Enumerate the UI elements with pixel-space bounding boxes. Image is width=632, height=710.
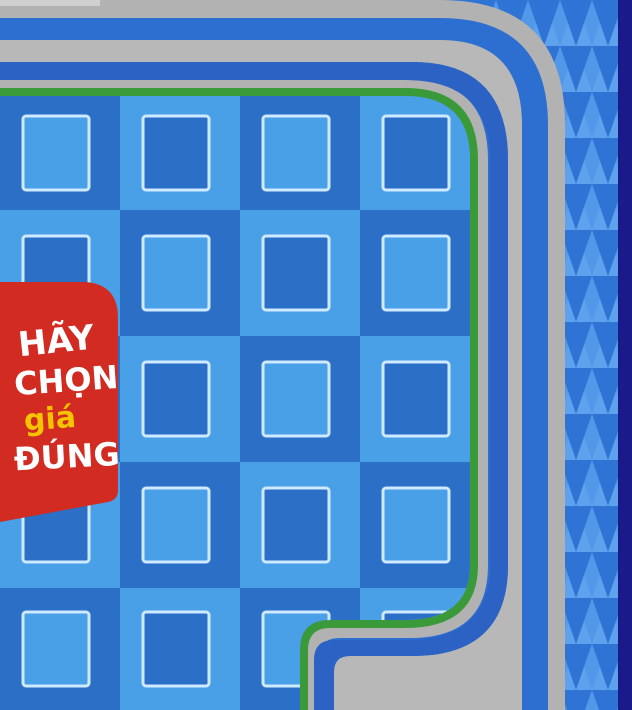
- price-card: [141, 610, 211, 688]
- price-card: [261, 486, 331, 564]
- price-card: [141, 486, 211, 564]
- price-card: [141, 114, 211, 192]
- price-card: [21, 610, 91, 688]
- game-logo-icon: HÃY CHỌN giá ĐÚNG: [0, 282, 121, 522]
- logo-line-1: HÃY: [16, 317, 96, 366]
- price-card: [381, 234, 451, 312]
- price-card: [261, 360, 331, 438]
- right-edge-strip: [618, 0, 632, 710]
- price-card: [381, 360, 451, 438]
- price-card: [141, 360, 211, 438]
- top-left-mark: [0, 0, 100, 6]
- price-card: [381, 486, 451, 564]
- price-card: [21, 114, 91, 192]
- price-card: [261, 234, 331, 312]
- logo-line-2: CHỌN: [13, 358, 120, 403]
- logo-line-3: giá: [23, 400, 77, 439]
- game-board-background: HÃY CHỌN giá ĐÚNG: [0, 0, 632, 710]
- price-card: [381, 114, 451, 192]
- logo-line-4: ĐÚNG: [13, 434, 121, 478]
- price-card: [141, 234, 211, 312]
- price-card: [261, 114, 331, 192]
